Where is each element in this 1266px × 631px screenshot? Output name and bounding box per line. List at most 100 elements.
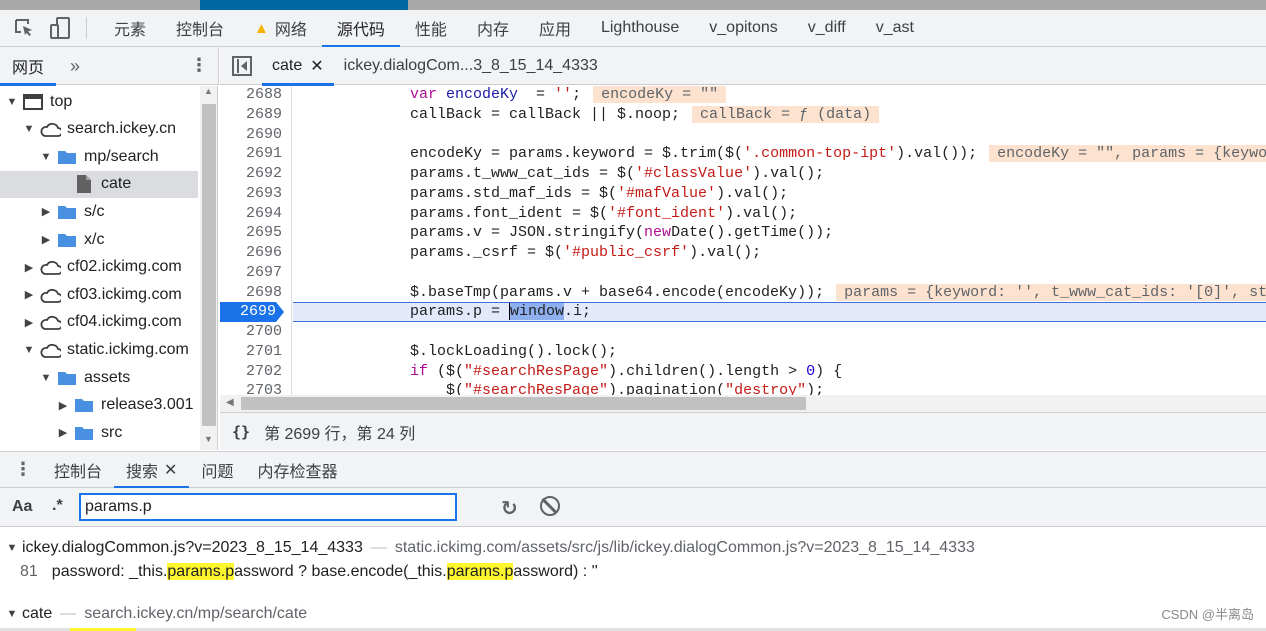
line-number[interactable]: 2695 — [220, 223, 282, 243]
drawer-tab[interactable]: 控制台 — [42, 451, 114, 488]
code-line[interactable]: $("#searchResPage").pagination("destroy"… — [293, 381, 1266, 395]
code-line[interactable]: $.lockLoading().lock(); — [293, 342, 1266, 362]
code-line[interactable] — [293, 125, 1266, 145]
line-gutter[interactable]: 2688 2689 2690 2691 2692 2693 2694 2695 2696 2697… — [220, 86, 292, 395]
code-editor[interactable]: 2688 2689 2690 2691 2692 2693 2694 2695 2696 2697… — [220, 86, 1266, 395]
regex-button[interactable]: .* — [52, 497, 63, 515]
tree-item[interactable]: ▶ x/c — [0, 226, 198, 253]
collapsed-arrow-icon[interactable]: ▶ — [57, 426, 69, 439]
line-number[interactable]: 2701 — [220, 342, 282, 362]
tab-1[interactable]: 控制台 — [161, 10, 239, 47]
line-number[interactable]: 2688 — [220, 86, 282, 105]
line-number[interactable]: 2689 — [220, 105, 282, 125]
collapsed-arrow-icon[interactable]: ▶ — [23, 316, 35, 329]
more-tabs-icon[interactable]: » — [70, 56, 80, 77]
line-number[interactable]: 2700 — [220, 322, 282, 342]
tree-item[interactable]: ▼ mp/search — [0, 143, 198, 170]
code-line[interactable]: params.v = JSON.stringify(newDate().getT… — [293, 223, 1266, 243]
tree-item[interactable]: ▶ cf04.ickimg.com — [0, 309, 198, 336]
editor-tab[interactable]: ickey.dialogCom...3_8_15_14_4333 — [334, 47, 608, 85]
tree-item[interactable]: ▼ static.ickimg.com — [0, 336, 198, 363]
line-number[interactable]: 2690 — [220, 125, 282, 145]
result-line[interactable]: 81 password: _this.params.password ? base… — [20, 563, 598, 581]
tab-0[interactable]: 元素 — [99, 10, 161, 47]
tree-item[interactable]: cate — [0, 170, 198, 198]
code-line[interactable]: encodeKy = params.keyword = $.trim($('.c… — [293, 144, 1266, 164]
inspect-element-icon[interactable] — [12, 16, 36, 40]
tab-10[interactable]: v_ast — [861, 10, 929, 47]
code-line[interactable]: var encodeKy = ''; encodeKy = "" — [293, 86, 1266, 105]
drawer-tab[interactable]: 内存检查器 — [245, 451, 349, 488]
close-icon[interactable]: ✕ — [310, 56, 323, 76]
collapsed-arrow-icon[interactable]: ▶ — [23, 288, 35, 301]
line-number[interactable]: 2698 — [220, 283, 282, 303]
editor-tab[interactable]: cate ✕ — [262, 47, 334, 86]
code-line[interactable]: params.p = window.i; — [293, 302, 1266, 323]
drawer-menu-icon[interactable]: ⋮ — [14, 459, 32, 480]
toggle-navigator-icon[interactable] — [232, 55, 252, 76]
refresh-icon[interactable]: ↻ — [501, 496, 518, 521]
collapsed-arrow-icon[interactable]: ▶ — [40, 205, 52, 218]
tree-item[interactable]: ▶ cf02.ickimg.com — [0, 254, 198, 281]
editor-horizontal-scrollbar[interactable]: ◀ — [220, 395, 1266, 412]
tree-scrollbar[interactable]: ▲ ▼ — [200, 86, 218, 450]
pretty-print-icon[interactable]: {} — [232, 423, 250, 441]
tree-item[interactable]: ▶ src — [0, 419, 198, 446]
tab-5[interactable]: 内存 — [462, 10, 524, 47]
kebab-menu-icon[interactable]: ⋮ — [190, 55, 208, 76]
tab-2[interactable]: ▲ 网络 — [239, 10, 322, 47]
expanded-arrow-icon[interactable]: ▼ — [40, 372, 52, 384]
tree-item-label: static.ickimg.com — [67, 340, 189, 358]
search-input[interactable] — [79, 493, 457, 521]
drawer-tab[interactable]: 问题 — [189, 451, 245, 488]
collapsed-arrow-icon[interactable]: ▶ — [23, 261, 35, 274]
drawer-tab[interactable]: 搜索 ✕ — [114, 451, 190, 489]
collapsed-arrow-icon[interactable]: ▶ — [57, 399, 69, 412]
tab-page[interactable]: 网页 — [0, 47, 57, 86]
tree-item[interactable]: ▶ cf03.ickimg.com — [0, 281, 198, 308]
line-number[interactable]: 2691 — [220, 144, 282, 164]
expanded-arrow-icon[interactable]: ▼ — [6, 96, 18, 108]
code-line[interactable]: params.font_ident = $('#font_ident').val… — [293, 204, 1266, 224]
tab-4[interactable]: 性能 — [400, 10, 462, 47]
tree-item[interactable]: ▼ assets — [0, 364, 198, 391]
code-line[interactable]: params._csrf = $('#public_csrf').val(); — [293, 243, 1266, 263]
tree-item[interactable]: ▶ release3.001 — [0, 392, 198, 419]
line-number[interactable]: 2694 — [220, 204, 282, 224]
code-line[interactable] — [293, 263, 1266, 283]
code-line[interactable]: callBack = callBack || $.noop; callBack =… — [293, 105, 1266, 125]
expanded-arrow-icon[interactable]: ▼ — [6, 542, 18, 554]
code-line[interactable]: $.baseTmp(params.v + base64.encode(encod… — [293, 283, 1266, 303]
expanded-arrow-icon[interactable]: ▼ — [40, 151, 52, 163]
line-number[interactable]: 2702 — [220, 362, 282, 382]
tree-item[interactable]: ▼ top — [0, 88, 198, 115]
clear-icon[interactable] — [540, 496, 560, 516]
code-line[interactable]: params.t_www_cat_ids = $('#classValue').… — [293, 164, 1266, 184]
line-number[interactable]: 2693 — [220, 184, 282, 204]
line-number[interactable]: 2703 — [220, 381, 282, 395]
expanded-arrow-icon[interactable]: ▼ — [23, 344, 35, 356]
collapsed-arrow-icon[interactable]: ▶ — [40, 233, 52, 246]
line-number[interactable]: 2699 — [220, 302, 284, 323]
tab-3[interactable]: 源代码 — [321, 10, 400, 48]
line-number[interactable]: 2697 — [220, 263, 282, 283]
code-line[interactable]: params.std_maf_ids = $('#mafValue').val(… — [293, 184, 1266, 204]
code-line[interactable]: if ($("#searchResPage").children().lengt… — [293, 362, 1266, 382]
line-number[interactable]: 2692 — [220, 164, 282, 184]
expanded-arrow-icon[interactable]: ▼ — [23, 123, 35, 135]
tab-7[interactable]: Lighthouse — [586, 10, 694, 47]
tab-8[interactable]: v_opitons — [694, 10, 793, 47]
line-number[interactable]: 2696 — [220, 243, 282, 263]
code-token: callBack = callBack || $.noop; — [410, 105, 681, 123]
close-icon[interactable]: ✕ — [164, 460, 177, 480]
result-file[interactable]: ▼ ickey.dialogCommon.js?v=2023_8_15_14_43… — [6, 539, 975, 557]
tab-9[interactable]: v_diff — [793, 10, 861, 47]
code-line[interactable] — [293, 322, 1266, 342]
result-file[interactable]: ▼ cate — search.ickey.cn/mp/search/cate — [6, 605, 308, 623]
tree-item[interactable]: ▼ search.ickey.cn — [0, 116, 198, 143]
expanded-arrow-icon[interactable]: ▼ — [6, 608, 18, 620]
device-toolbar-icon[interactable] — [48, 16, 72, 40]
tree-item[interactable]: ▶ s/c — [0, 198, 198, 225]
tab-6[interactable]: 应用 — [524, 10, 586, 47]
match-case-button[interactable]: Aa — [12, 498, 32, 516]
